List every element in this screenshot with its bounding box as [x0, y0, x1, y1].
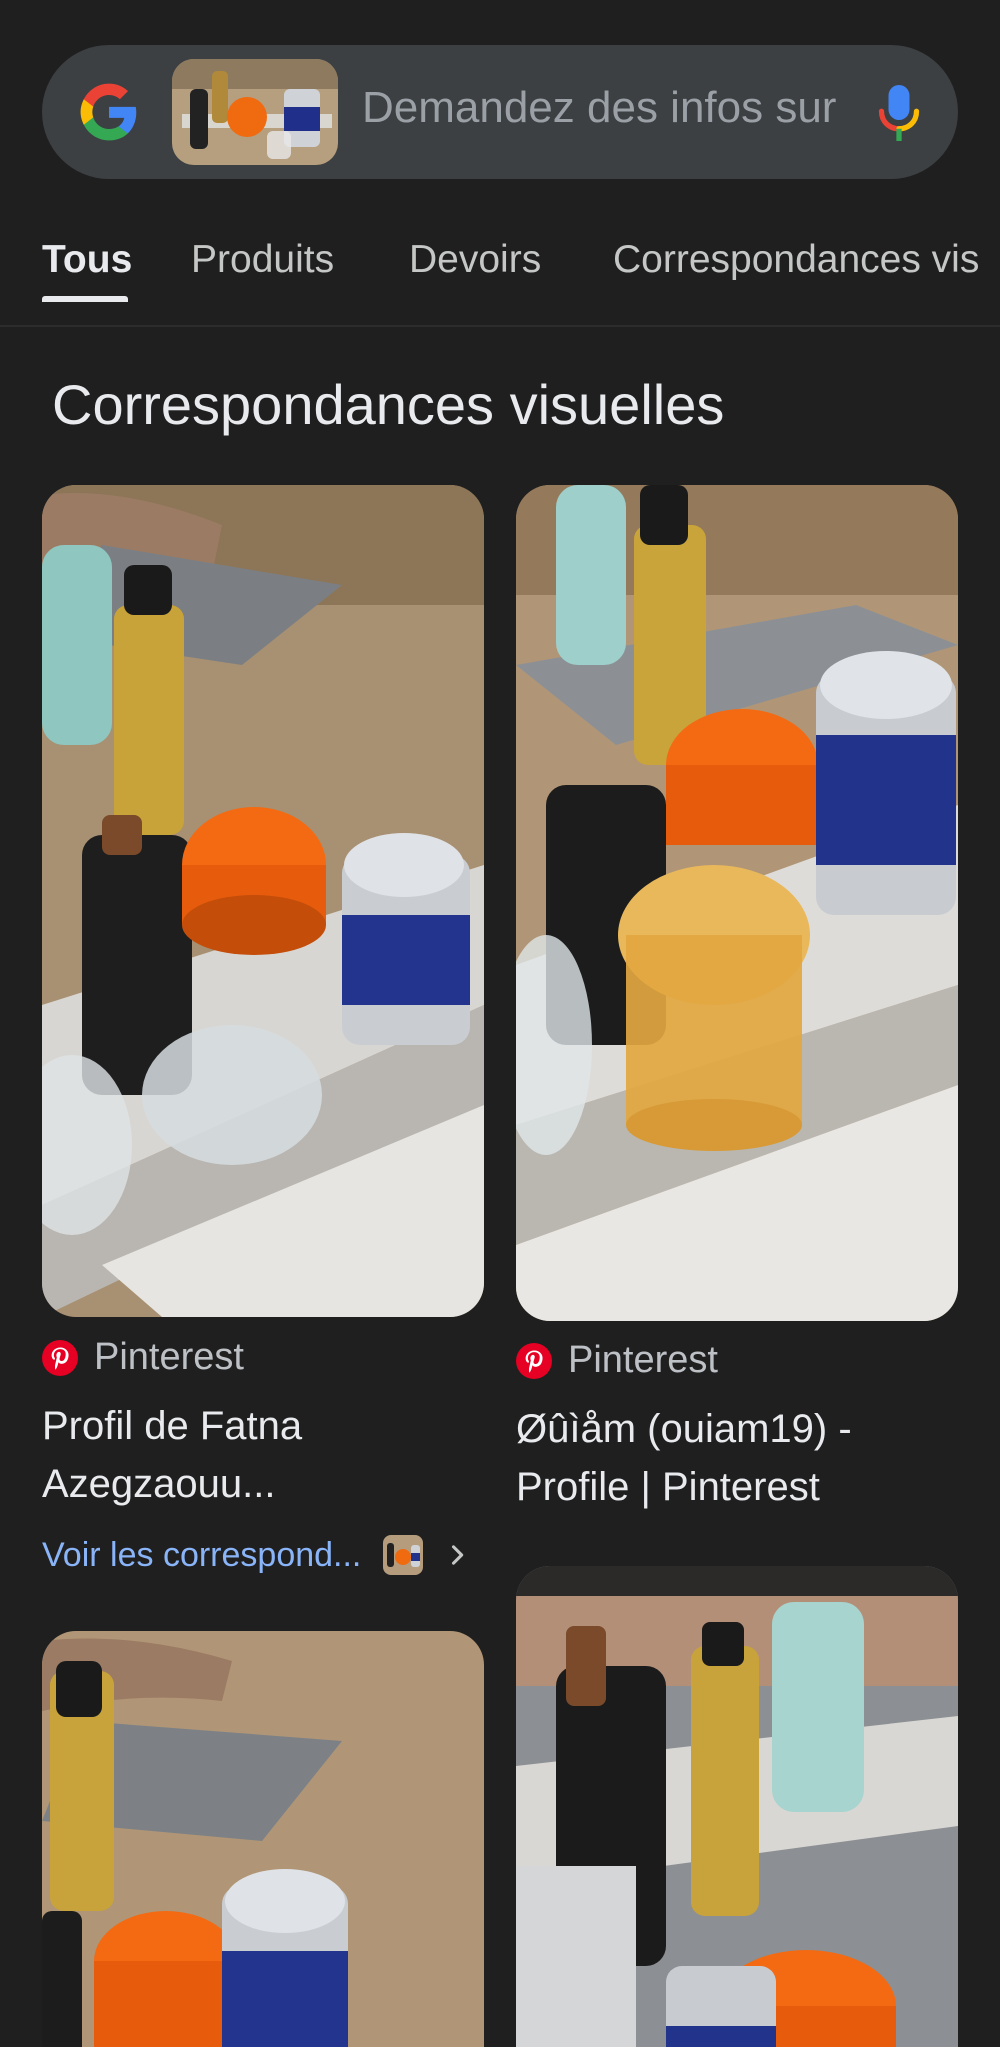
see-matches-label: Voir les correspond...: [42, 1535, 362, 1574]
query-image-thumbnail[interactable]: [172, 59, 338, 165]
google-lens-results-page: Demandez des infos sur Tous Produits Dev…: [0, 0, 1000, 2047]
result-image-3[interactable]: [42, 1631, 484, 2047]
matches-thumbnail: [383, 1535, 424, 1575]
result-title-1[interactable]: Profil de Fatna Azegzaouu...: [42, 1397, 482, 1513]
result-image-2[interactable]: [516, 485, 958, 1321]
search-bar[interactable]: Demandez des infos sur: [42, 45, 958, 179]
result-title-2[interactable]: Øûìåm (ouiam19) - Profile | Pinterest: [516, 1400, 956, 1516]
result-image-4[interactable]: [516, 1566, 958, 2047]
result-source-1[interactable]: Pinterest: [42, 1336, 244, 1379]
filter-tabs: Tous Produits Devoirs Correspondances vi…: [0, 232, 1000, 324]
result-title-line: Profile | Pinterest: [516, 1465, 820, 1509]
result-title-line: Azegzaouu...: [42, 1462, 276, 1506]
pinterest-icon: [42, 1339, 78, 1376]
tab-devoirs[interactable]: Devoirs: [409, 238, 541, 282]
source-name: Pinterest: [94, 1336, 244, 1378]
chevron-right-icon: [452, 1545, 464, 1565]
tab-produits[interactable]: Produits: [191, 238, 334, 282]
result-title-line: Øûìåm (ouiam19) -: [516, 1407, 852, 1451]
section-title: Correspondances visuelles: [52, 373, 725, 436]
microphone-icon[interactable]: [878, 83, 920, 143]
result-source-2[interactable]: Pinterest: [516, 1339, 718, 1382]
google-g-icon[interactable]: [78, 81, 140, 143]
result-title-line: Profil de Fatna: [42, 1404, 303, 1448]
tabs-divider: [0, 325, 1000, 327]
pinterest-icon: [516, 1342, 552, 1379]
result-image-1[interactable]: [42, 485, 484, 1317]
tab-correspondances-visuelles[interactable]: Correspondances vis: [613, 238, 979, 282]
source-name: Pinterest: [568, 1339, 718, 1381]
see-matches-link[interactable]: Voir les correspond...: [42, 1535, 471, 1575]
tab-tous[interactable]: Tous: [42, 238, 132, 282]
search-input[interactable]: Demandez des infos sur: [362, 83, 836, 133]
active-tab-indicator: [42, 296, 128, 302]
